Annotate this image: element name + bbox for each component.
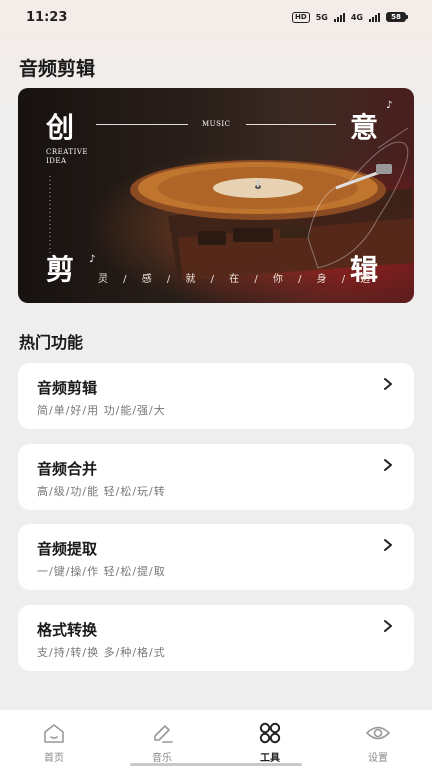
- home-icon: [44, 724, 64, 743]
- battery-level: 58: [386, 12, 406, 22]
- hot-features-title: 热门功能: [19, 333, 84, 352]
- feature-subtitle: 简/单/好/用 功/能/强/大: [37, 404, 166, 417]
- status-icons: HD 5G 4G 58: [292, 11, 408, 23]
- banner-char-cut: 剪: [46, 253, 75, 286]
- network-5g-label: 5G: [315, 12, 328, 22]
- chevron-right-icon: [384, 539, 392, 551]
- feature-subtitle: 高/级/功/能 轻/松/玩/转: [37, 485, 166, 498]
- feature-title: 格式转换: [37, 621, 98, 639]
- feature-title: 音频剪辑: [37, 379, 98, 397]
- eye-settings-icon: [366, 726, 390, 740]
- signal-icon: [333, 12, 345, 22]
- feature-title: 音频合并: [37, 460, 98, 478]
- tab-label: 设置: [368, 753, 388, 764]
- bottom-tab-bar: 首页 音乐 工具 设置: [0, 709, 432, 768]
- banner-line-left: [96, 124, 188, 125]
- music-note-icon: ♪: [386, 100, 393, 111]
- status-time: 11:23: [26, 9, 68, 25]
- feature-card-format-convert[interactable]: 格式转换 支/持/转/换 多/种/格/式: [18, 605, 414, 671]
- tab-settings[interactable]: 设置: [324, 710, 432, 768]
- battery-icon: 58: [386, 12, 408, 22]
- chevron-right-icon: [384, 459, 392, 471]
- banner-idea-label: IDEA: [46, 157, 67, 165]
- banner-char-idea: 意: [350, 111, 379, 144]
- page-title: 音频剪辑: [19, 58, 96, 80]
- feature-card-audio-cut[interactable]: 音频剪辑 简/单/好/用 功/能/强/大: [18, 363, 414, 429]
- chevron-right-icon: [384, 620, 392, 632]
- signal-icon-2: [369, 12, 380, 22]
- tab-tools[interactable]: 工具: [216, 710, 324, 768]
- chevron-right-icon: [384, 378, 392, 390]
- feature-card-audio-merge[interactable]: 音频合并 高/级/功/能 轻/松/玩/转: [18, 444, 414, 510]
- banner-slogan: 灵 / 感 / 就 / 在 / 你 / 身 / 边: [98, 274, 377, 285]
- feature-subtitle: 一/键/操/作 轻/松/提/取: [37, 565, 166, 578]
- banner[interactable]: 创 意 剪 辑 MUSIC CREATIVE IDEA ♪ ♪ 灵 / 感 / …: [18, 88, 414, 303]
- home-indicator[interactable]: [130, 763, 302, 766]
- edit-music-icon: [154, 725, 173, 743]
- grid-tools-icon: [259, 722, 281, 744]
- feature-title: 音频提取: [37, 540, 98, 558]
- status-bar: 11:23 HD 5G 4G 58: [0, 0, 432, 34]
- music-note-icon-2: ♪: [89, 254, 96, 265]
- tab-music[interactable]: 音乐: [108, 710, 216, 768]
- hd-badge: HD: [292, 11, 310, 23]
- tab-label: 音乐: [152, 753, 172, 764]
- banner-creative-label: CREATIVE: [46, 148, 89, 156]
- tab-home[interactable]: 首页: [0, 710, 108, 768]
- tab-label: 工具: [260, 753, 280, 764]
- feature-subtitle: 支/持/转/换 多/种/格/式: [37, 646, 166, 659]
- feature-card-audio-extract[interactable]: 音频提取 一/键/操/作 轻/松/提/取: [18, 524, 414, 590]
- banner-char-creative: 创: [46, 111, 75, 144]
- tab-label: 首页: [44, 753, 64, 764]
- banner-line-right: [246, 124, 336, 125]
- banner-music-label: MUSIC: [202, 120, 231, 128]
- network-4g-label: 4G: [350, 12, 363, 22]
